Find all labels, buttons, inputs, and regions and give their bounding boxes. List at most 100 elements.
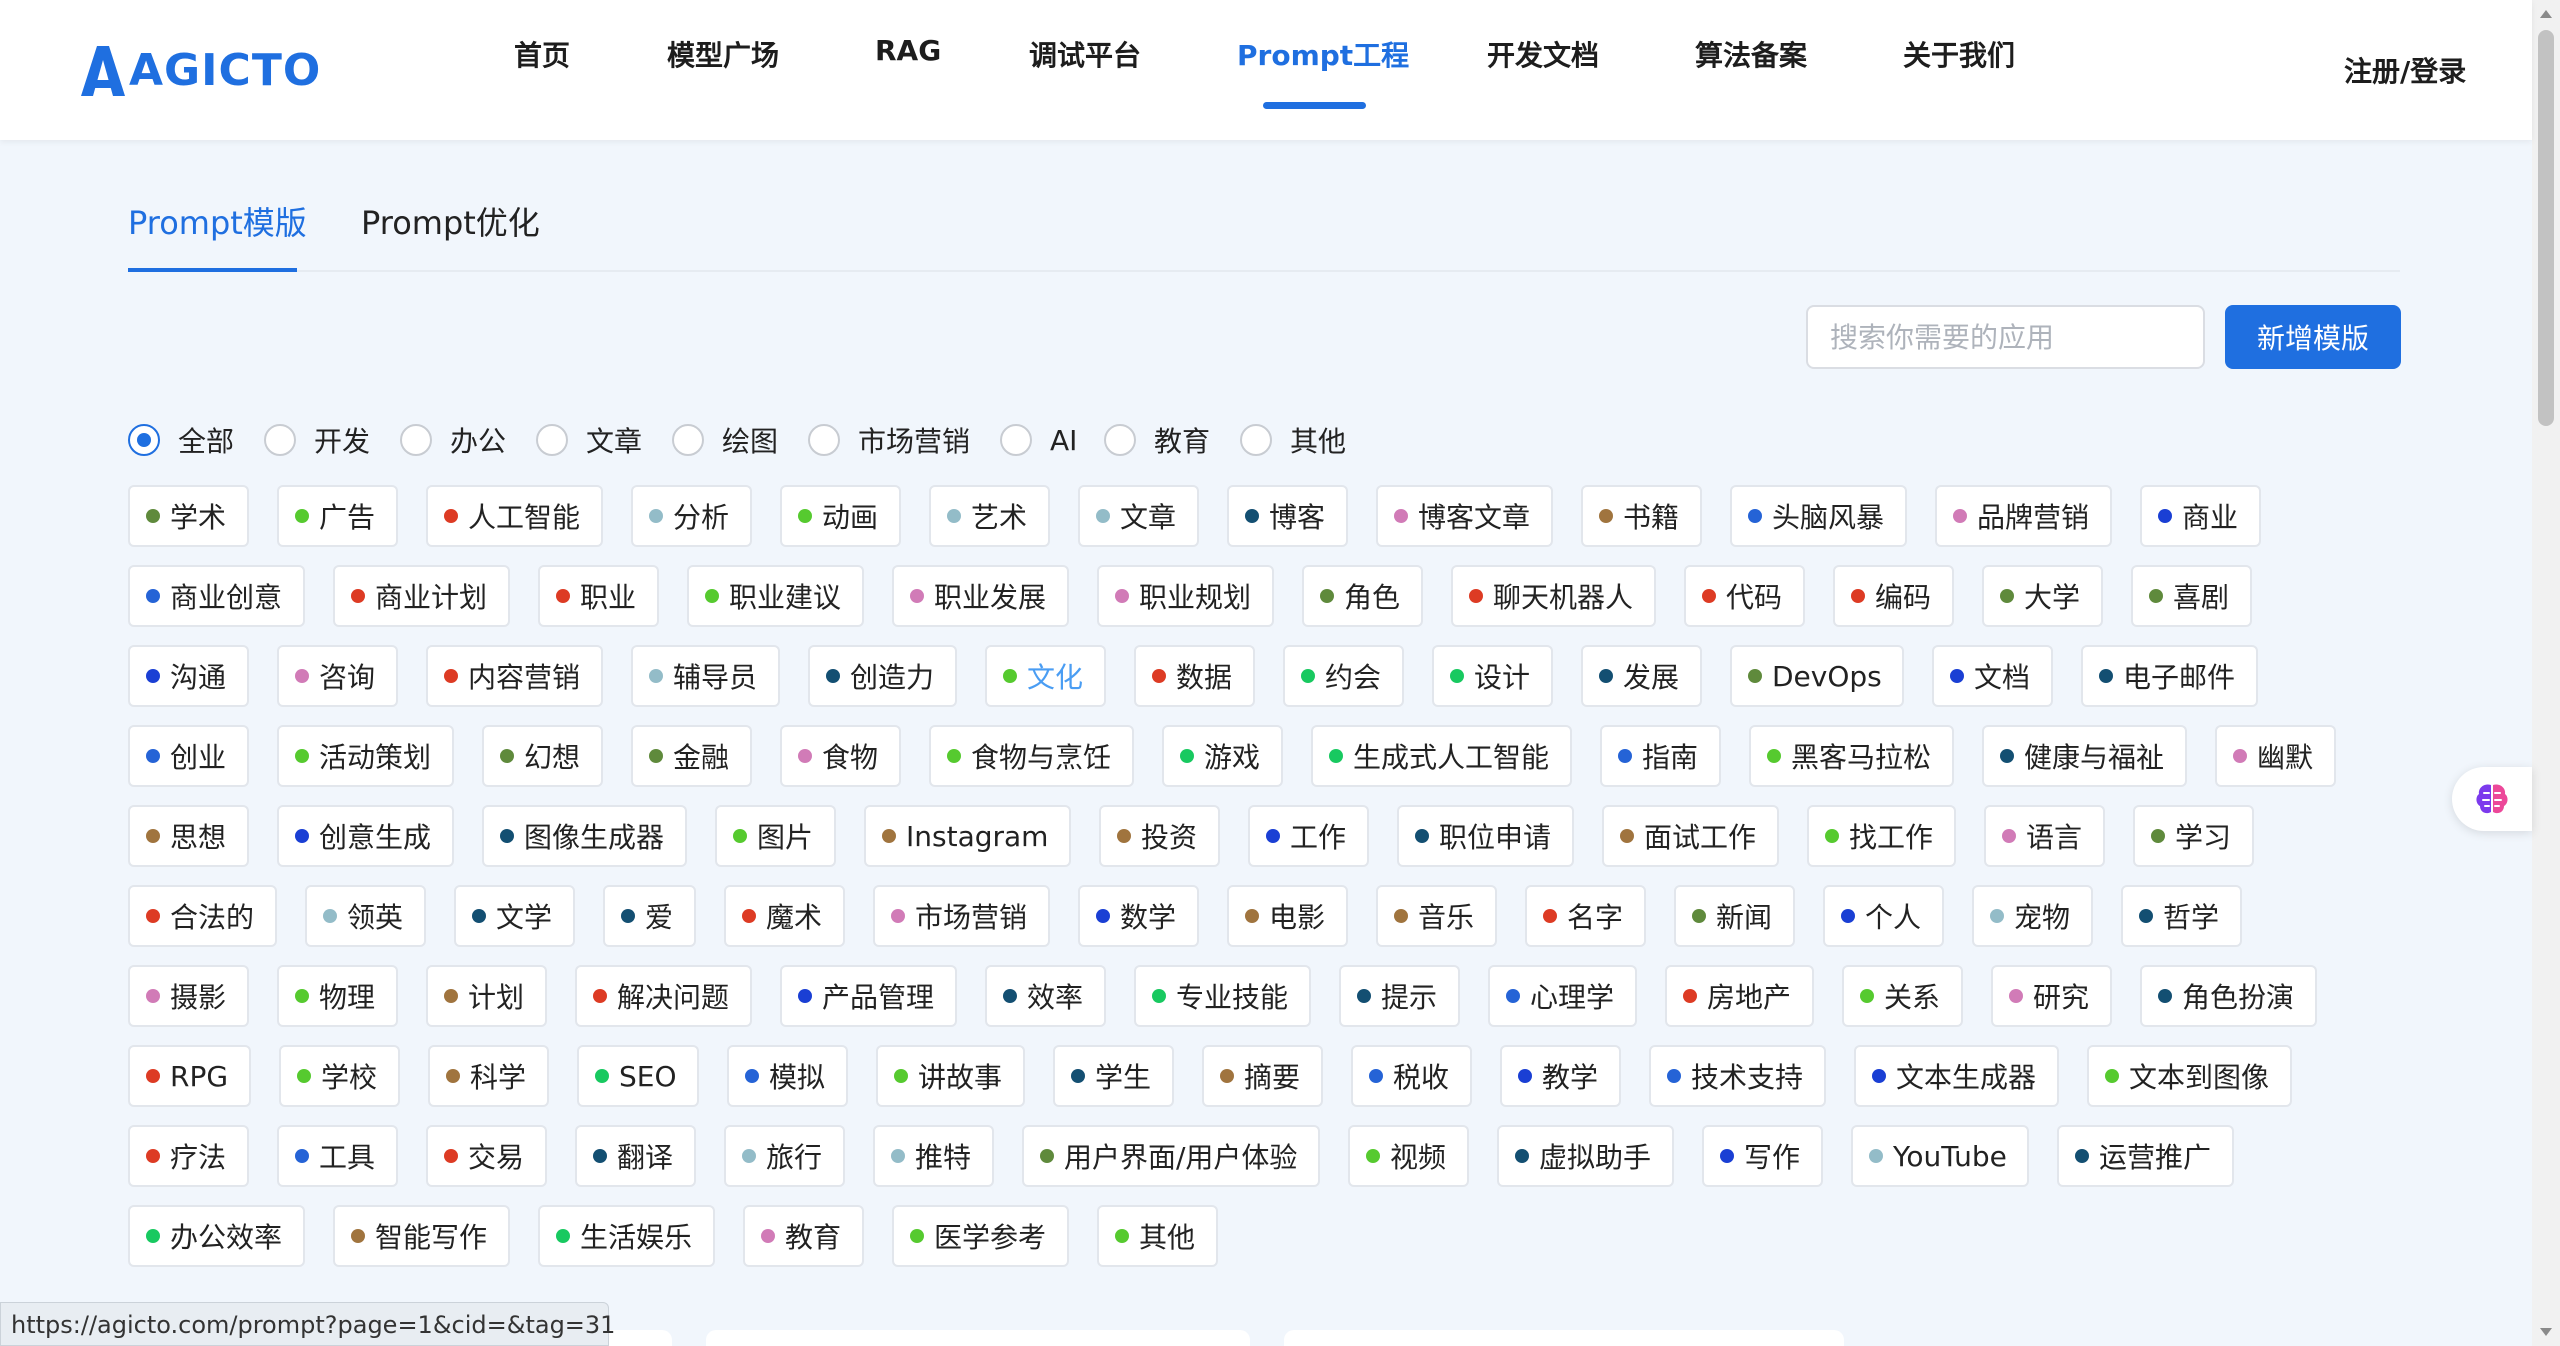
tag-chip[interactable]: 幻想 (482, 725, 603, 787)
tag-chip[interactable]: 运营推广 (2057, 1125, 2234, 1187)
tag-chip[interactable]: 文章 (1078, 485, 1199, 547)
tag-chip[interactable]: 专业技能 (1134, 965, 1311, 1027)
page-scrollbar[interactable] (2532, 0, 2560, 1346)
tag-chip[interactable]: 文档 (1932, 645, 2053, 707)
tag-chip[interactable]: 金融 (631, 725, 752, 787)
tag-chip[interactable]: 创业 (128, 725, 249, 787)
tag-chip[interactable]: 产品管理 (780, 965, 957, 1027)
tag-chip[interactable]: 领英 (305, 885, 426, 947)
tag-chip[interactable]: 宠物 (1972, 885, 2093, 947)
site-logo[interactable]: AGICTO (75, 40, 321, 100)
tag-chip[interactable]: 辅导员 (631, 645, 780, 707)
radio-marketing[interactable]: 市场营销 (808, 420, 970, 460)
tag-chip[interactable]: DevOps (1730, 645, 1904, 707)
nav-about-us[interactable]: 关于我们 (1903, 34, 2015, 74)
tag-chip[interactable]: 设计 (1432, 645, 1553, 707)
scroll-up-arrow-icon[interactable] (2540, 10, 2552, 18)
tag-chip[interactable]: 书籍 (1581, 485, 1702, 547)
tag-chip[interactable]: 职业建议 (687, 565, 864, 627)
nav-dev-docs[interactable]: 开发文档 (1487, 34, 1599, 74)
radio-dev[interactable]: 开发 (264, 420, 370, 460)
tag-chip[interactable]: 电子邮件 (2081, 645, 2258, 707)
search-input[interactable] (1806, 305, 2205, 369)
ai-assistant-button[interactable] (2452, 767, 2532, 831)
tag-chip[interactable]: 讲故事 (876, 1045, 1025, 1107)
tag-chip[interactable]: 艺术 (929, 485, 1050, 547)
tag-chip[interactable]: 编码 (1833, 565, 1954, 627)
tag-chip[interactable]: 办公效率 (128, 1205, 305, 1267)
tag-chip[interactable]: 技术支持 (1649, 1045, 1826, 1107)
tag-chip[interactable]: 哲学 (2121, 885, 2242, 947)
add-template-button[interactable]: 新增模版 (2225, 305, 2401, 369)
tag-chip[interactable]: 研究 (1991, 965, 2112, 1027)
radio-office[interactable]: 办公 (400, 420, 506, 460)
tag-chip[interactable]: 写作 (1702, 1125, 1823, 1187)
nav-model-plaza[interactable]: 模型广场 (667, 34, 779, 74)
tag-chip[interactable]: 提示 (1339, 965, 1460, 1027)
nav-algorithm-filing[interactable]: 算法备案 (1695, 34, 1807, 74)
tag-chip[interactable]: 指南 (1600, 725, 1721, 787)
tag-chip[interactable]: 数学 (1078, 885, 1199, 947)
tag-chip[interactable]: 投资 (1099, 805, 1220, 867)
prompt-card[interactable] (1284, 1330, 1844, 1346)
tag-chip[interactable]: 教育 (743, 1205, 864, 1267)
tag-chip[interactable]: 其他 (1097, 1205, 1218, 1267)
tag-chip[interactable]: 商业计划 (333, 565, 510, 627)
tag-chip[interactable]: 生活娱乐 (538, 1205, 715, 1267)
scroll-thumb[interactable] (2538, 30, 2554, 426)
tag-chip[interactable]: 职业规划 (1097, 565, 1274, 627)
tag-chip[interactable]: 创造力 (808, 645, 957, 707)
tag-chip[interactable]: 文本到图像 (2087, 1045, 2292, 1107)
radio-article[interactable]: 文章 (536, 420, 642, 460)
radio-ai[interactable]: AI (1000, 420, 1077, 460)
tag-chip[interactable]: 用户界面/用户体验 (1022, 1125, 1320, 1187)
tag-chip[interactable]: RPG (128, 1045, 251, 1107)
tag-chip[interactable]: 模拟 (727, 1045, 848, 1107)
tag-chip[interactable]: 文化 (985, 645, 1106, 707)
tag-chip[interactable]: 医学参考 (892, 1205, 1069, 1267)
tag-chip[interactable]: 交易 (426, 1125, 547, 1187)
tag-chip[interactable]: 动画 (780, 485, 901, 547)
tag-chip[interactable]: 市场营销 (873, 885, 1050, 947)
tag-chip[interactable]: 黑客马拉松 (1749, 725, 1954, 787)
nav-debug-platform[interactable]: 调试平台 (1029, 34, 1141, 74)
tag-chip[interactable]: 角色 (1302, 565, 1423, 627)
nav-prompt-engineering[interactable]: Prompt工程 (1237, 34, 1409, 74)
tag-chip[interactable]: 思想 (128, 805, 249, 867)
tag-chip[interactable]: 职业发展 (892, 565, 1069, 627)
radio-education[interactable]: 教育 (1104, 420, 1210, 460)
login-register-link[interactable]: 注册/登录 (2344, 50, 2466, 90)
radio-drawing[interactable]: 绘图 (672, 420, 778, 460)
tag-chip[interactable]: 摘要 (1202, 1045, 1323, 1107)
tag-chip[interactable]: 工作 (1248, 805, 1369, 867)
tag-chip[interactable]: 学术 (128, 485, 249, 547)
tag-chip[interactable]: 心理学 (1488, 965, 1637, 1027)
radio-all[interactable]: 全部 (128, 420, 234, 460)
nav-rag[interactable]: RAG (875, 34, 941, 74)
tag-chip[interactable]: 大学 (1982, 565, 2103, 627)
tag-chip[interactable]: 食物 (780, 725, 901, 787)
tag-chip[interactable]: 图片 (715, 805, 836, 867)
tag-chip[interactable]: 代码 (1684, 565, 1805, 627)
tag-chip[interactable]: 幽默 (2215, 725, 2336, 787)
tag-chip[interactable]: 创意生成 (277, 805, 454, 867)
tag-chip[interactable]: 学生 (1053, 1045, 1174, 1107)
tag-chip[interactable]: 数据 (1134, 645, 1255, 707)
tag-chip[interactable]: 物理 (277, 965, 398, 1027)
tag-chip[interactable]: 语言 (1984, 805, 2105, 867)
scroll-down-arrow-icon[interactable] (2540, 1328, 2552, 1336)
tag-chip[interactable]: 爱 (603, 885, 696, 947)
tag-chip[interactable]: 效率 (985, 965, 1106, 1027)
tag-chip[interactable]: 食物与烹饪 (929, 725, 1134, 787)
tag-chip[interactable]: 文学 (454, 885, 575, 947)
radio-other[interactable]: 其他 (1240, 420, 1346, 460)
tag-chip[interactable]: 面试工作 (1602, 805, 1779, 867)
tag-chip[interactable]: 商业创意 (128, 565, 305, 627)
tag-chip[interactable]: 职位申请 (1397, 805, 1574, 867)
tab-prompt-templates[interactable]: Prompt模版 (128, 198, 307, 244)
tag-chip[interactable]: 推特 (873, 1125, 994, 1187)
tag-chip[interactable]: 分析 (631, 485, 752, 547)
tag-chip[interactable]: 计划 (426, 965, 547, 1027)
tag-chip[interactable]: 翻译 (575, 1125, 696, 1187)
tag-chip[interactable]: 活动策划 (277, 725, 454, 787)
